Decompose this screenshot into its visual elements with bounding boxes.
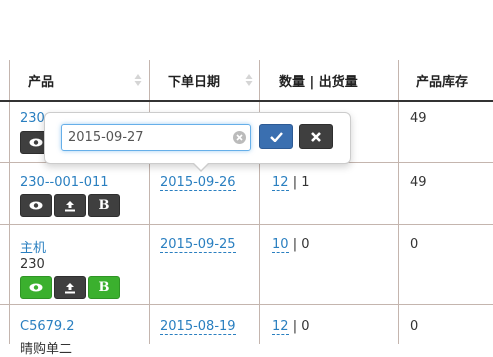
header-product-label: 产品 (28, 74, 55, 90)
check-icon (269, 131, 283, 142)
sort-icon[interactable] (245, 73, 253, 87)
quantity-link[interactable]: 10 (272, 237, 289, 253)
stock-value: 0 (410, 319, 419, 334)
x-icon (311, 131, 321, 142)
sort-icon[interactable] (134, 73, 142, 87)
quantity-separator: | (292, 237, 298, 252)
quantity-cell: 10 | 0 (272, 237, 310, 253)
shipped-value: 1 (301, 175, 310, 190)
quantity-separator: | (292, 319, 298, 334)
product-subtitle: 晴购单二 (20, 342, 73, 357)
quantity-link[interactable]: 12 (272, 319, 289, 335)
column-divider (149, 60, 150, 344)
date-input[interactable] (61, 124, 251, 151)
header-order-date[interactable]: 下单日期 (168, 60, 220, 100)
product-link[interactable]: 230--001-011 (20, 175, 109, 190)
eye-icon (29, 201, 43, 210)
upload-icon (65, 200, 75, 211)
upload-icon (65, 282, 75, 293)
upload-button[interactable] (54, 276, 86, 299)
row-divider (0, 304, 493, 305)
stock-value: 49 (410, 111, 427, 126)
quantity-cell: 12 | 1 (272, 175, 310, 191)
row-actions: B (20, 276, 120, 299)
orders-table: 产品 下单日期 数量 | 出货量 产品库存 230 49 230--001-01… (0, 60, 493, 357)
clear-icon[interactable] (233, 131, 246, 144)
header-stock-label: 产品库存 (416, 74, 469, 90)
product-link[interactable]: 主机 (20, 241, 46, 256)
header-bottom-border (0, 100, 493, 102)
row-actions: B (20, 194, 120, 217)
stock-value: 0 (410, 237, 419, 252)
row-divider (0, 224, 493, 225)
quantity-cell: 12 | 0 (272, 319, 310, 335)
popover-arrow (192, 162, 210, 172)
product-link[interactable]: 230 (20, 111, 45, 126)
product-link[interactable]: C5679.2 (20, 319, 75, 334)
stock-value: 49 (410, 175, 427, 190)
order-date-link[interactable]: 2015-09-26 (160, 175, 236, 191)
quantity-link[interactable]: 12 (272, 175, 289, 191)
column-divider (9, 60, 10, 344)
bold-b-button[interactable]: B (88, 276, 120, 299)
column-divider (259, 60, 260, 344)
table-row: 230 (20, 111, 45, 126)
header-stock: 产品库存 (416, 60, 468, 100)
bold-b-button[interactable]: B (88, 194, 120, 217)
view-button[interactable] (20, 194, 52, 217)
upload-button[interactable] (54, 194, 86, 217)
eye-icon (29, 283, 43, 292)
eye-icon (29, 138, 43, 147)
order-date-link[interactable]: 2015-09-25 (160, 237, 236, 253)
shipped-value: 0 (301, 319, 310, 334)
header-quantity-shipped: 数量 | 出货量 (279, 60, 358, 100)
quantity-separator: | (292, 175, 298, 190)
cancel-button[interactable] (299, 124, 333, 149)
header-order-date-label: 下单日期 (168, 74, 221, 90)
order-date-link[interactable]: 2015-08-19 (160, 319, 236, 335)
view-button[interactable] (20, 276, 52, 299)
header-quantity-shipped-label: 数量 | 出货量 (279, 74, 358, 90)
header-product[interactable]: 产品 (28, 60, 54, 100)
product-subtitle: 230 (20, 257, 45, 272)
shipped-value: 0 (301, 237, 310, 252)
date-edit-popover (44, 112, 351, 172)
column-divider (398, 60, 399, 344)
confirm-button[interactable] (259, 124, 293, 149)
